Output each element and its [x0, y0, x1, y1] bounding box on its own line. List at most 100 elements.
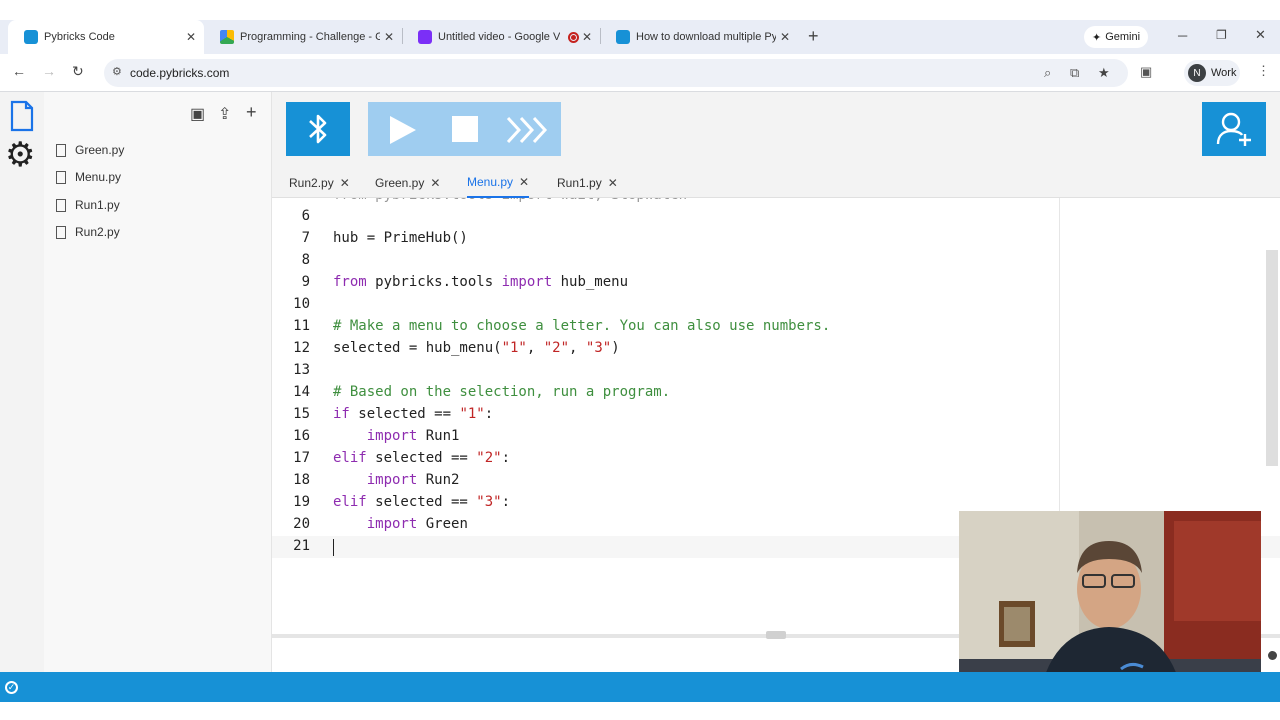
install-app-icon[interactable]: ⧉: [1070, 65, 1079, 81]
gemini-button[interactable]: ✦ Gemini: [1084, 26, 1148, 48]
code-line: hub = PrimeHub(): [333, 230, 468, 246]
code-line: from pybricks.tools import hub_menu: [333, 274, 629, 290]
google-vids-favicon-icon: [418, 30, 432, 44]
archive-icon[interactable]: ▣: [190, 104, 205, 124]
side-panel-icon[interactable]: ▣: [1140, 64, 1152, 80]
code-line: import Run1: [366, 428, 460, 444]
close-tab-icon[interactable]: ✕: [582, 30, 592, 44]
browser-tab-how-to[interactable]: How to download multiple Pyb ✕: [600, 20, 798, 54]
export-icon[interactable]: ⇪: [218, 104, 231, 124]
more-menu-icon[interactable]: ⋮: [1257, 63, 1270, 79]
line-number: 8: [301, 252, 310, 268]
close-icon[interactable]: ✕: [519, 175, 529, 189]
stop-button[interactable]: [452, 116, 478, 142]
new-file-plus-icon[interactable]: +: [246, 102, 257, 123]
file-item-menu[interactable]: Menu.py: [56, 167, 121, 187]
bluetooth-icon: [309, 114, 327, 144]
fast-forward-icon: [506, 116, 548, 144]
top-margin: [0, 0, 1280, 20]
close-icon[interactable]: ✕: [430, 176, 440, 190]
bookmark-star-icon[interactable]: ★: [1098, 65, 1110, 81]
line-number: 11: [293, 318, 310, 334]
line-number: 18: [293, 472, 310, 488]
browser-tab-bar: Pybricks Code ✕ Programming - Challenge …: [0, 20, 1280, 54]
line-number: 20: [293, 516, 310, 532]
pybricks-favicon-icon: [24, 30, 38, 44]
tab-label: Run1.py: [557, 176, 602, 190]
minimize-window-icon[interactable]: ─: [1178, 28, 1187, 43]
code-line: import Green: [366, 516, 468, 532]
repl-button[interactable]: [506, 114, 552, 151]
close-tab-icon[interactable]: ✕: [384, 30, 394, 44]
partially-scrolled-line: from pybricks.tools import wait, StopWat…: [333, 198, 687, 203]
gemini-label: Gemini: [1105, 31, 1141, 43]
line-number: 14: [293, 384, 310, 400]
file-label: Run2.py: [75, 225, 120, 239]
file-item-green[interactable]: Green.py: [56, 140, 124, 160]
zoom-icon[interactable]: ⌕: [1044, 65, 1051, 81]
code-line: elif selected == "3":: [333, 494, 511, 510]
line-number: 17: [293, 450, 310, 466]
status-bar: ✓: [0, 672, 1280, 702]
close-icon[interactable]: ✕: [340, 176, 350, 190]
profile-label: Work: [1211, 67, 1237, 79]
run-controls: [368, 102, 561, 156]
profile-button[interactable]: N Work: [1184, 60, 1240, 86]
tab-label: Green.py: [375, 176, 425, 190]
gemini-sparkle-icon: ✦: [1091, 31, 1102, 44]
tab-green[interactable]: Green.py ✕: [375, 168, 440, 198]
line-number: 7: [301, 230, 310, 246]
pybricks-favicon-icon: [616, 30, 630, 44]
settings-gear-icon[interactable]: ⚙: [5, 138, 35, 172]
browser-tab-programming[interactable]: Programming - Challenge - Go ✕: [204, 20, 402, 54]
file-icon: [56, 170, 66, 184]
recording-icon: [568, 31, 579, 43]
file-explorer: ▣ ⇪ + Green.py Menu.py Run1.py Run2.py: [44, 92, 272, 672]
file-item-run1[interactable]: Run1.py: [56, 195, 120, 215]
code-line: selected = hub_menu("1", "2", "3"): [333, 340, 620, 356]
tab-title: Programming - Challenge - Go: [240, 31, 380, 43]
reload-icon[interactable]: ↻: [72, 63, 84, 80]
back-arrow-icon[interactable]: ←: [12, 63, 26, 79]
url-text: code.pybricks.com: [130, 66, 230, 80]
file-label: Menu.py: [75, 170, 122, 184]
close-icon[interactable]: ✕: [608, 176, 618, 190]
line-number: 21: [293, 538, 310, 554]
site-info-icon[interactable]: ⚙: [112, 65, 122, 78]
file-label: Run1.py: [75, 198, 120, 212]
splitter-handle-icon[interactable]: [766, 631, 786, 639]
browser-tab-video[interactable]: Untitled video - Google Vid ✕: [402, 20, 600, 54]
tab-label: Menu.py: [467, 175, 514, 189]
close-tab-icon[interactable]: ✕: [186, 30, 196, 44]
restore-window-icon[interactable]: ❐: [1216, 28, 1227, 42]
add-user-button[interactable]: [1202, 102, 1266, 156]
text-cursor: [333, 539, 334, 556]
file-icon: [56, 143, 66, 157]
tab-title: How to download multiple Pyb: [636, 31, 776, 43]
run-button[interactable]: [386, 114, 418, 151]
app-toolbar: [272, 92, 1280, 168]
new-tab-button[interactable]: +: [808, 26, 819, 47]
bluetooth-button[interactable]: [286, 102, 350, 156]
forward-arrow-icon[interactable]: →: [42, 63, 56, 79]
tab-title: Untitled video - Google Vid: [438, 31, 560, 43]
tab-run1[interactable]: Run1.py ✕: [557, 168, 618, 198]
vertical-scrollbar[interactable]: [1266, 250, 1278, 466]
line-number: 6: [301, 208, 310, 224]
tab-run2[interactable]: Run2.py ✕: [289, 168, 350, 198]
code-line: # Make a menu to choose a letter. You ca…: [333, 318, 831, 334]
line-number: 10: [293, 296, 310, 312]
scroll-indicator-dot: [1268, 651, 1277, 660]
file-icon: [56, 225, 66, 239]
close-tab-icon[interactable]: ✕: [780, 30, 790, 44]
browser-tab-pybricks[interactable]: Pybricks Code ✕: [8, 20, 204, 54]
explorer-file-icon[interactable]: [9, 100, 35, 132]
editor-tabs: Run2.py ✕ Green.py ✕ Menu.py ✕ Run1.py ✕: [272, 168, 1280, 198]
file-item-run2[interactable]: Run2.py: [56, 222, 120, 242]
line-number: 15: [293, 406, 310, 422]
line-number: 12: [293, 340, 310, 356]
close-window-icon[interactable]: ✕: [1255, 27, 1266, 43]
address-bar[interactable]: ⚙ code.pybricks.com ⌕ ⧉ ★: [104, 59, 1128, 87]
tab-menu[interactable]: Menu.py ✕: [467, 168, 530, 198]
code-line: if selected == "1":: [333, 406, 494, 422]
